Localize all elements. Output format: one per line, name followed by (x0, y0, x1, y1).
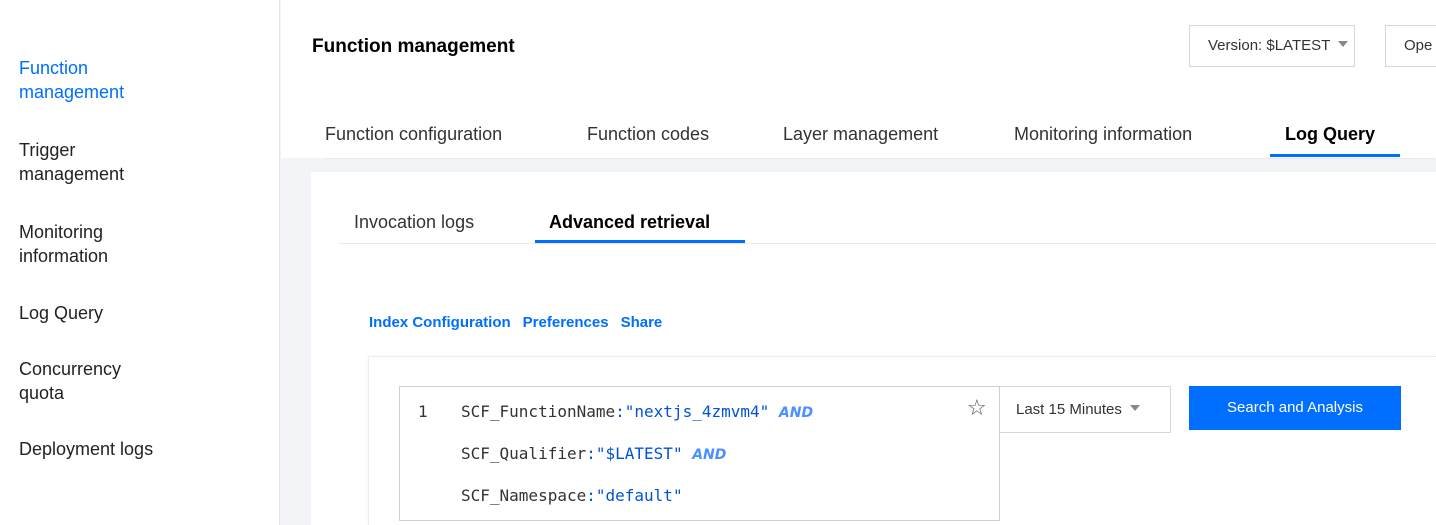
time-range-label: Last 15 Minutes (1016, 401, 1122, 418)
page-title: Function management (312, 36, 515, 57)
log-query-card: Invocation logs Advanced retrieval Index… (311, 172, 1436, 525)
sidebar-item-label: management (19, 82, 125, 102)
tab-log-query[interactable]: Log Query (1285, 124, 1375, 145)
caret-down-icon (1129, 405, 1140, 412)
active-tab-indicator (1270, 154, 1400, 157)
sidebar-item-label: information (19, 246, 109, 266)
sidebar-item-trigger-management[interactable]: Trigger management (19, 138, 259, 186)
star-icon[interactable]: ☆ (967, 396, 987, 421)
tab-invocation-logs[interactable]: Invocation logs (354, 212, 474, 233)
time-range-select[interactable]: Last 15 Minutes (1000, 386, 1171, 433)
query-operator: AND (778, 405, 814, 421)
sidebar-item-label: Trigger (19, 140, 76, 160)
sidebar-item-label: quota (19, 383, 65, 403)
operations-button[interactable]: Ope (1385, 25, 1436, 67)
tab-layer-management[interactable]: Layer management (783, 124, 938, 145)
query-value: "default" (595, 486, 683, 505)
search-and-analysis-button[interactable]: Search and Analysis (1189, 386, 1401, 430)
query-line: SCF_FunctionName:"nextjs_4zmvm4" AND (461, 402, 813, 421)
tab-monitoring-information[interactable]: Monitoring information (1014, 124, 1192, 145)
line-number: 1 (418, 402, 428, 421)
index-configuration-link[interactable]: Index Configuration (369, 314, 511, 331)
tab-function-configuration[interactable]: Function configuration (325, 124, 502, 145)
query-field: SCF_FunctionName (461, 402, 616, 421)
sidebar-item-label: Function (19, 58, 89, 78)
query-panel: 1 SCF_FunctionName:"nextjs_4zmvm4" AND S… (368, 356, 1436, 525)
query-line: SCF_Qualifier:"$LATEST" AND (461, 444, 726, 463)
log-sub-tabs: Invocation logs Advanced retrieval (339, 202, 1436, 244)
query-separator: : (615, 402, 625, 421)
sidebar-item-monitoring-information[interactable]: Monitoring information (19, 220, 259, 268)
version-select-label: Version: $LATEST (1208, 37, 1331, 54)
query-value: "nextjs_4zmvm4" (624, 402, 770, 421)
query-line: SCF_Namespace:"default" (461, 486, 683, 505)
sidebar: Function management Trigger management M… (0, 0, 280, 525)
sidebar-item-deployment-logs[interactable]: Deployment logs (19, 437, 259, 461)
sidebar-item-label: Concurrency (19, 359, 122, 379)
sidebar-item-label: Monitoring (19, 222, 104, 242)
retrieval-links: Index Configuration Preferences Share (369, 314, 674, 331)
query-value: "$LATEST" (595, 444, 683, 463)
preferences-link[interactable]: Preferences (523, 314, 609, 331)
sidebar-item-label: Log Query (19, 303, 104, 323)
function-tabs: Function configuration Function codes La… (325, 118, 1435, 159)
page-header: Function management Version: $LATEST Ope… (281, 0, 1436, 159)
query-field: SCF_Qualifier (461, 444, 587, 463)
query-editor[interactable]: 1 SCF_FunctionName:"nextjs_4zmvm4" AND S… (399, 386, 1000, 521)
tab-advanced-retrieval[interactable]: Advanced retrieval (549, 212, 710, 233)
sidebar-item-log-query[interactable]: Log Query (19, 301, 259, 325)
sidebar-item-label: Deployment logs (19, 439, 154, 459)
query-field: SCF_Namespace (461, 486, 587, 505)
query-separator: : (586, 444, 596, 463)
sidebar-item-concurrency-quota[interactable]: Concurrency quota (19, 357, 259, 405)
query-operator: AND (692, 447, 727, 463)
caret-down-icon (1338, 41, 1349, 48)
version-select[interactable]: Version: $LATEST (1189, 25, 1355, 67)
sidebar-item-label: management (19, 164, 125, 184)
share-link[interactable]: Share (621, 314, 663, 331)
query-separator: : (586, 486, 596, 505)
active-sub-tab-indicator (535, 240, 745, 243)
tab-function-codes[interactable]: Function codes (587, 124, 709, 145)
sidebar-item-function-management[interactable]: Function management (19, 56, 259, 104)
